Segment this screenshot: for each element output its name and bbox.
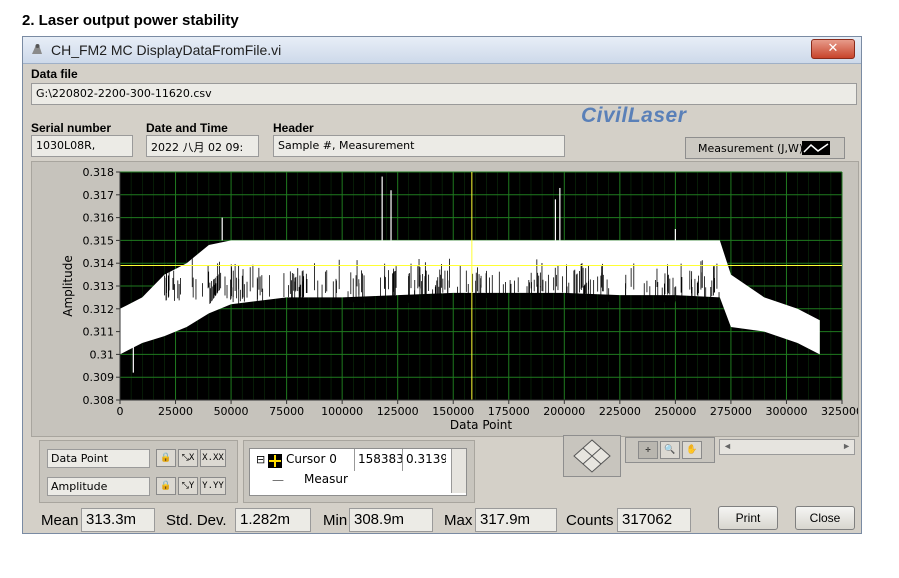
scale-legend-panel: Data Point Amplitude 🔒 ⤡X X.XX 🔒 ⤡Y Y.YY — [39, 440, 238, 503]
cursor-legend-table[interactable]: ⊟ Cursor 0 158383 0.3139 — Measur — [249, 448, 467, 496]
zoom-tool-icon[interactable]: 🔍 — [660, 441, 680, 459]
counts-value: 317062 — [617, 508, 691, 532]
y-axis-title: Amplitude — [61, 255, 75, 317]
y-tick-label: 0.311 — [83, 326, 115, 339]
graph-panel: 0 25000 50000 75000 100000 125000 150000 175000… — [31, 161, 859, 437]
mean-label: Mean — [41, 512, 79, 529]
x-tick-label: 200000 — [543, 405, 585, 418]
y-scale-lock-icon[interactable]: 🔒 — [156, 477, 176, 495]
legend-label: Measurement (J,W) — [698, 142, 804, 155]
x-tick-label: 175000 — [488, 405, 530, 418]
close-button[interactable]: Close — [795, 506, 855, 530]
cursor-x-value[interactable]: 158383 — [354, 449, 402, 471]
cursor-y-value[interactable]: 0.3139 — [402, 449, 446, 471]
x-tick-label: 0 — [117, 405, 124, 418]
y-tick-label: 0.317 — [83, 189, 115, 202]
y-tick-label: 0.314 — [83, 257, 115, 270]
tree-expander-icon[interactable]: ⊟ — [256, 453, 265, 466]
window-title: CH_FM2 MC DisplayDataFromFile.vi — [51, 42, 282, 58]
graph-scrollbar[interactable]: ◄ ► — [719, 439, 855, 455]
window-close-button[interactable]: ✕ — [811, 39, 855, 59]
serial-number-field[interactable]: 1030L08R, — [31, 135, 133, 157]
x-tick-label: 150000 — [432, 405, 474, 418]
y-tick-label: 0.315 — [83, 234, 115, 247]
x-tick-label: 75000 — [269, 405, 304, 418]
cursor-table-scrollbar[interactable] — [451, 449, 466, 493]
cursor-crosshair-icon — [268, 454, 282, 468]
tree-branch-line: — — [272, 473, 284, 487]
y-tick-label: 0.312 — [83, 303, 115, 316]
y-format-button[interactable]: Y.YY — [200, 477, 226, 495]
x-tick-label: 300000 — [765, 405, 807, 418]
max-value: 317.9m — [475, 508, 557, 532]
document-heading: 2. Laser output power stability — [22, 12, 239, 29]
x-format-button[interactable]: X.XX — [200, 449, 226, 467]
legend-swatch — [802, 141, 830, 155]
y-tick-label: 0.318 — [83, 166, 115, 179]
mean-value: 313.3m — [81, 508, 155, 532]
x-tick-label: 225000 — [599, 405, 641, 418]
x-tick-label: 250000 — [654, 405, 696, 418]
datafile-label: Data file — [31, 67, 78, 81]
y-tick-label: 0.308 — [83, 394, 115, 407]
scroll-right-arrow-icon[interactable]: ► — [842, 441, 851, 451]
x-tick-label: 325000 — [821, 405, 858, 418]
scroll-left-arrow-icon[interactable]: ◄ — [723, 441, 732, 451]
title-bar: CH_FM2 MC DisplayDataFromFile.vi ✕ — [23, 37, 861, 64]
diamond-pad-icon — [573, 439, 611, 473]
y-tick-label: 0.313 — [83, 280, 115, 293]
print-button[interactable]: Print — [718, 506, 778, 530]
y-scale-name[interactable]: Amplitude — [47, 477, 150, 496]
labview-app-icon — [32, 44, 42, 54]
x-tick-label: 275000 — [710, 405, 752, 418]
y-autoscale-icon[interactable]: ⤡Y — [178, 477, 198, 495]
cursor-movement-control[interactable] — [563, 435, 621, 477]
header-label: Header — [273, 121, 314, 135]
date-time-field[interactable]: 2022 八月 02 09: — [146, 135, 259, 157]
x-axis-title: Data Point — [450, 418, 513, 432]
plot-legend[interactable]: Measurement (J,W) — [685, 137, 845, 159]
graph-palette: ✛ 🔍 ✋ — [625, 437, 715, 463]
counts-label: Counts — [566, 512, 614, 529]
max-label: Max — [444, 512, 473, 529]
civillaser-logo: CivilLaser — [581, 104, 687, 127]
x-scale-name[interactable]: Data Point — [47, 449, 150, 468]
x-tick-label: 50000 — [214, 405, 249, 418]
min-value: 308.9m — [349, 508, 433, 532]
date-time-label: Date and Time — [146, 121, 228, 135]
min-label: Min — [323, 512, 348, 529]
serial-number-label: Serial number — [31, 121, 112, 135]
datafile-path-field[interactable]: G:\220802-2200-300-11620.csv — [31, 83, 857, 105]
y-tick-label: 0.31 — [90, 348, 115, 361]
amplitude-graph[interactable]: 0 25000 50000 75000 100000 125000 150000 175000… — [32, 162, 858, 436]
x-autoscale-icon[interactable]: ⤡X — [178, 449, 198, 467]
header-field[interactable]: Sample #, Measurement — [273, 135, 565, 157]
crosshair-tool-icon[interactable]: ✛ — [638, 441, 658, 459]
cursor-plot-name: Measur — [304, 472, 348, 486]
y-tick-label: 0.309 — [83, 371, 115, 384]
pan-hand-icon[interactable]: ✋ — [682, 441, 702, 459]
cursor-name: Cursor 0 — [286, 452, 337, 466]
x-tick-label: 25000 — [158, 405, 193, 418]
x-tick-label: 125000 — [377, 405, 419, 418]
vi-window: CH_FM2 MC DisplayDataFromFile.vi ✕ Data … — [22, 36, 862, 534]
x-tick-label: 100000 — [321, 405, 363, 418]
y-tick-label: 0.316 — [83, 212, 115, 225]
std-dev-value: 1.282m — [235, 508, 311, 532]
std-dev-label: Std. Dev. — [166, 512, 227, 529]
x-scale-lock-icon[interactable]: 🔒 — [156, 449, 176, 467]
